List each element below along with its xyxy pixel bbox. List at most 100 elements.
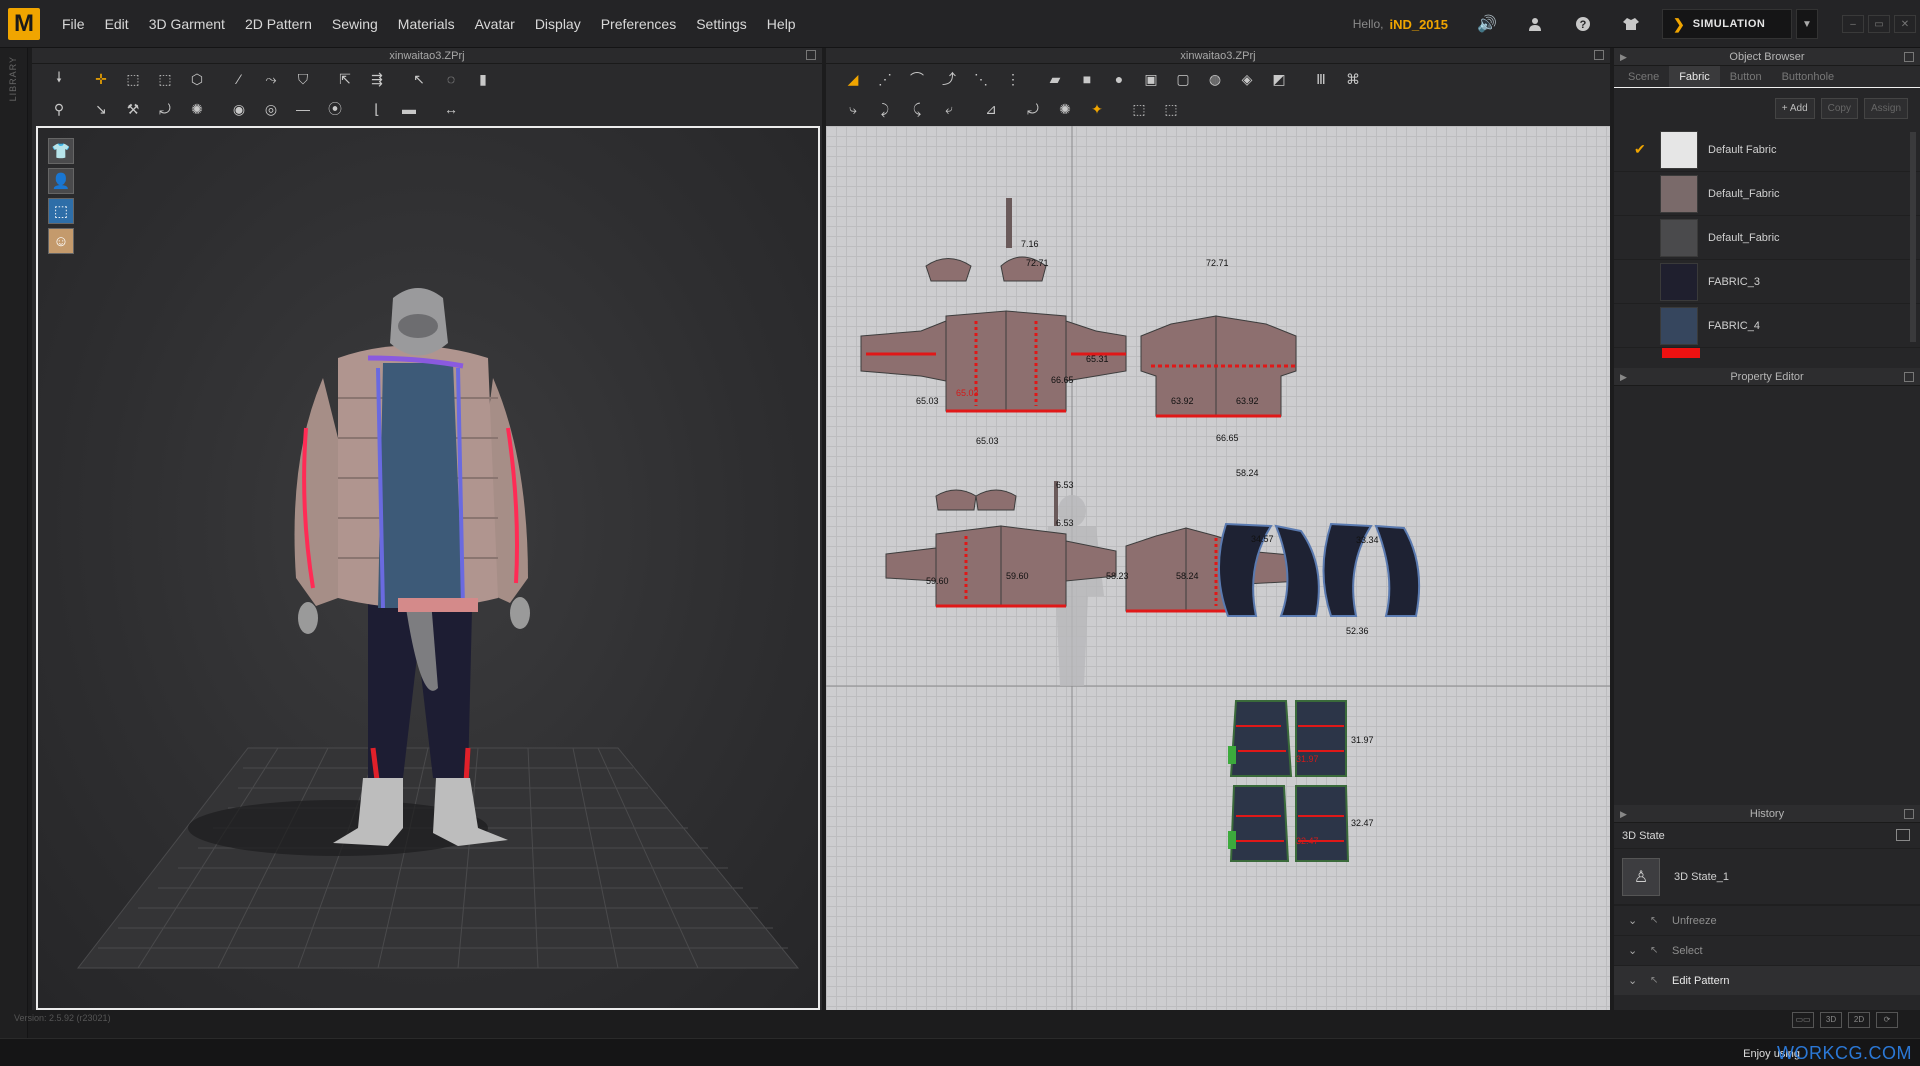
fabric-item[interactable]: Default_Fabric — [1614, 172, 1920, 216]
library-strip[interactable] — [0, 48, 28, 1038]
object-browser-undock-icon[interactable] — [1904, 52, 1914, 62]
collapse-arrow-icon[interactable]: ▶ — [1620, 48, 1627, 66]
close-button[interactable]: ✕ — [1894, 15, 1916, 33]
history-undock-icon[interactable] — [1904, 809, 1914, 819]
trace-icon[interactable]: ◩ — [1264, 67, 1294, 91]
lasso-icon[interactable]: ◌ — [436, 67, 466, 91]
m-n-sewing-icon[interactable]: ⤹ — [902, 97, 932, 121]
puckering-icon[interactable]: ⌊ — [362, 97, 392, 121]
check-sewing-icon[interactable]: ⤶ — [934, 97, 964, 121]
menu-edit[interactable]: Edit — [95, 0, 139, 48]
fabric-item[interactable]: FABRIC_3 — [1614, 260, 1920, 304]
trim-2d-icon[interactable]: ✺ — [1050, 97, 1080, 121]
garment-icon[interactable] — [1614, 0, 1648, 48]
zipper-icon[interactable]: ⦿ — [320, 97, 350, 121]
menu-display[interactable]: Display — [525, 0, 591, 48]
history-state-row[interactable]: ♙ 3D State_1 — [1614, 849, 1920, 905]
buttonhole-icon[interactable]: ◎ — [256, 97, 286, 121]
username[interactable]: iND_2015 — [1389, 17, 1448, 32]
history-item[interactable]: ⌄ ↖ Edit Pattern — [1614, 965, 1920, 995]
menu-preferences[interactable]: Preferences — [591, 0, 686, 48]
internal-circle-icon[interactable]: ◍ — [1200, 67, 1230, 91]
graphic-icon[interactable]: ✦ — [1082, 97, 1112, 121]
show-avatar-icon[interactable]: 👤 — [48, 168, 74, 194]
tab-button[interactable]: Button — [1720, 66, 1772, 87]
free-sewing-icon[interactable]: ⤸ — [870, 97, 900, 121]
show-garment-icon[interactable]: 👕 — [48, 138, 74, 164]
trim-icon[interactable]: ✺ — [182, 97, 212, 121]
rectangle-icon[interactable]: ■ — [1072, 67, 1102, 91]
circle-icon[interactable]: ● — [1104, 67, 1134, 91]
assign-fabric-button[interactable]: Assign — [1863, 97, 1908, 119]
history-item[interactable]: ⌄ ↖ Select — [1614, 935, 1920, 965]
menu-settings[interactable]: Settings — [686, 0, 757, 48]
panel-2d-undock-icon[interactable] — [1594, 50, 1604, 60]
internal-polygon-icon[interactable]: ▣ — [1136, 67, 1166, 91]
add-point-icon[interactable]: ⋱ — [966, 67, 996, 91]
texture-display-icon[interactable]: ⬚ — [48, 198, 74, 224]
fold-line-icon[interactable]: ▬ — [394, 97, 424, 121]
tab-fabric[interactable]: Fabric — [1669, 66, 1720, 87]
simulation-dropdown[interactable]: ▼ — [1796, 9, 1818, 39]
menu-sewing[interactable]: Sewing — [322, 0, 388, 48]
move-down-icon[interactable]: 🠗 — [44, 67, 74, 91]
refresh-icon[interactable]: ⟳ — [1876, 1012, 1898, 1028]
sew-3d-icon[interactable]: ⤾ — [150, 97, 180, 121]
topstitch-icon[interactable]: — — [288, 97, 318, 121]
fabric-item[interactable]: ✔ Default Fabric — [1614, 128, 1920, 172]
dart-icon[interactable]: ◈ — [1232, 67, 1262, 91]
select-mesh-icon[interactable]: ⬚ — [118, 67, 148, 91]
view-2d-icon[interactable]: 2D — [1848, 1012, 1870, 1028]
texture-edit-icon[interactable]: ⊿ — [976, 97, 1006, 121]
maximize-button[interactable]: ▭ — [1868, 15, 1890, 33]
tab-buttonhole[interactable]: Buttonhole — [1772, 66, 1845, 87]
fabric-item[interactable]: Default_Fabric — [1614, 216, 1920, 260]
add-fabric-button[interactable]: + Add — [1774, 97, 1815, 119]
transform-icon[interactable]: ⬚ — [150, 67, 180, 91]
select-move-icon[interactable]: ✛ — [86, 67, 116, 91]
menu-2d-pattern[interactable]: 2D Pattern — [235, 0, 322, 48]
pose-icon[interactable]: ⚲ — [44, 97, 74, 121]
viewport-2d[interactable]: 72.71 72.71 65.31 63.92 63.92 58.24 65.0… — [826, 126, 1610, 1010]
button-tool-icon[interactable]: ◉ — [224, 97, 254, 121]
fabric-item[interactable]: FABRIC_4 — [1614, 304, 1920, 348]
grade-icon[interactable]: ⬚ — [1156, 97, 1186, 121]
internal-rectangle-icon[interactable]: ▢ — [1168, 67, 1198, 91]
menu-file[interactable]: File — [52, 0, 95, 48]
fold-icon[interactable]: ⬡ — [182, 67, 212, 91]
edit-curvature-icon[interactable]: ⌒ — [902, 67, 932, 91]
cut-icon[interactable]: ⋮ — [998, 67, 1028, 91]
minimize-button[interactable]: – — [1842, 15, 1864, 33]
menu-help[interactable]: Help — [757, 0, 806, 48]
split-view-icon[interactable]: ▭▭ — [1792, 1012, 1814, 1028]
pleat-icon[interactable]: ⌘ — [1338, 67, 1368, 91]
garment-fit-icon[interactable]: ⛉ — [288, 67, 318, 91]
segment-sewing-icon[interactable]: ⤷ — [838, 97, 868, 121]
avatar-measure-icon[interactable]: ⇶ — [362, 67, 392, 91]
transform-pattern-icon[interactable]: ◢ — [838, 67, 868, 91]
collapse-arrow-icon[interactable]: ▶ — [1620, 805, 1627, 823]
fitting-2d-icon[interactable]: ⤾ — [1018, 97, 1048, 121]
iron-icon[interactable]: ⚒ — [118, 97, 148, 121]
panel-3d-undock-icon[interactable] — [806, 50, 816, 60]
fitting-icon[interactable]: ↘ — [86, 97, 116, 121]
tab-scene[interactable]: Scene — [1618, 66, 1669, 87]
speaker-icon[interactable]: 🔊 — [1470, 0, 1504, 48]
property-editor-undock-icon[interactable] — [1904, 372, 1914, 382]
edit-pattern-icon[interactable]: ⋰ — [870, 67, 900, 91]
notch-icon[interactable]: Ⅲ — [1306, 67, 1336, 91]
tape-icon[interactable]: ↖ — [404, 67, 434, 91]
fabric-list-scrollbar[interactable] — [1910, 132, 1916, 342]
menu-avatar[interactable]: Avatar — [465, 0, 525, 48]
pin-icon[interactable]: ⁄ — [224, 67, 254, 91]
menu-materials[interactable]: Materials — [388, 0, 465, 48]
ruler-icon[interactable]: ▮ — [468, 67, 498, 91]
history-item[interactable]: ⌄ ↖ Unfreeze — [1614, 905, 1920, 935]
measure-icon[interactable]: ↔ — [436, 97, 466, 121]
copy-fabric-button[interactable]: Copy — [1820, 97, 1858, 119]
menu-3d-garment[interactable]: 3D Garment — [139, 0, 235, 48]
simulation-button[interactable]: ❯ SIMULATION — [1662, 9, 1792, 39]
polygon-icon[interactable]: ▰ — [1040, 67, 1070, 91]
avatar-skin-icon[interactable]: ☺ — [48, 228, 74, 254]
tack-icon[interactable]: ⤳ — [256, 67, 286, 91]
